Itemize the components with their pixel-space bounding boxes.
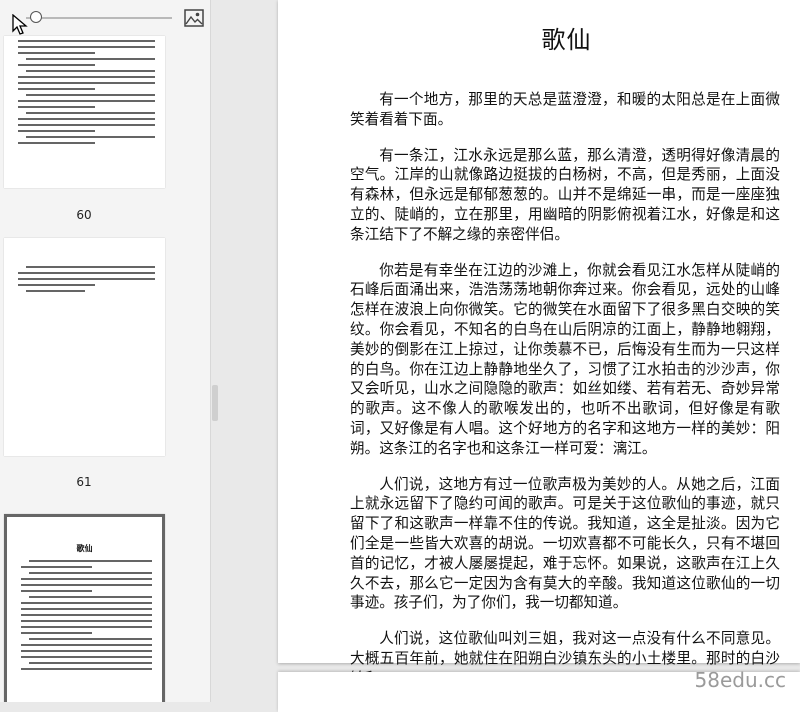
document-page: 歌仙 有一个地方，那里的天总是蓝澄澄，和暖的太阳总是在上面微笑着看着下面。 有一… (278, 0, 800, 687)
thumbnail-sidebar: 60 61 歌仙 (0, 0, 211, 702)
paragraph: 有一个地方，那里的天总是蓝澄澄，和暖的太阳总是在上面微笑着看着下面。 (350, 91, 780, 128)
page-thumbnail-62[interactable]: 歌仙 (4, 514, 165, 702)
paragraph: 人们说，这地方有过一位歌声极为美妙的人。从她之后，江面上就永远留下了隐约可闻的歌… (350, 475, 780, 612)
page-thumbnail-60[interactable] (4, 36, 165, 188)
zoom-slider-track[interactable] (26, 17, 172, 19)
image-icon[interactable] (184, 9, 204, 27)
zoom-slider[interactable] (0, 0, 210, 36)
page-number-60: 60 (76, 208, 92, 222)
watermark: 58edu.cc (694, 668, 786, 692)
panel-resize-handle[interactable] (212, 385, 218, 421)
document-body: 有一个地方，那里的天总是蓝澄澄，和暖的太阳总是在上面微笑着看着下面。 有一条江，… (350, 90, 780, 705)
page-number-61: 61 (76, 475, 92, 489)
page-title: 歌仙 (541, 26, 592, 54)
paragraph: 你若是有幸坐在江边的沙滩上，你就会看见江水怎样从陡峭的石峰后面涌出来，浩浩荡荡地… (350, 261, 780, 457)
zoom-slider-knob[interactable] (30, 11, 42, 23)
mouse-pointer-icon (12, 14, 28, 35)
thumbnail-title: 歌仙 (76, 543, 93, 553)
page-thumbnail-61[interactable] (4, 238, 165, 456)
paragraph: 有一条江，江水永远是那么蓝，那么清澄，透明得好像清晨的空气。江岸的山就像路边挺拔… (350, 146, 780, 243)
